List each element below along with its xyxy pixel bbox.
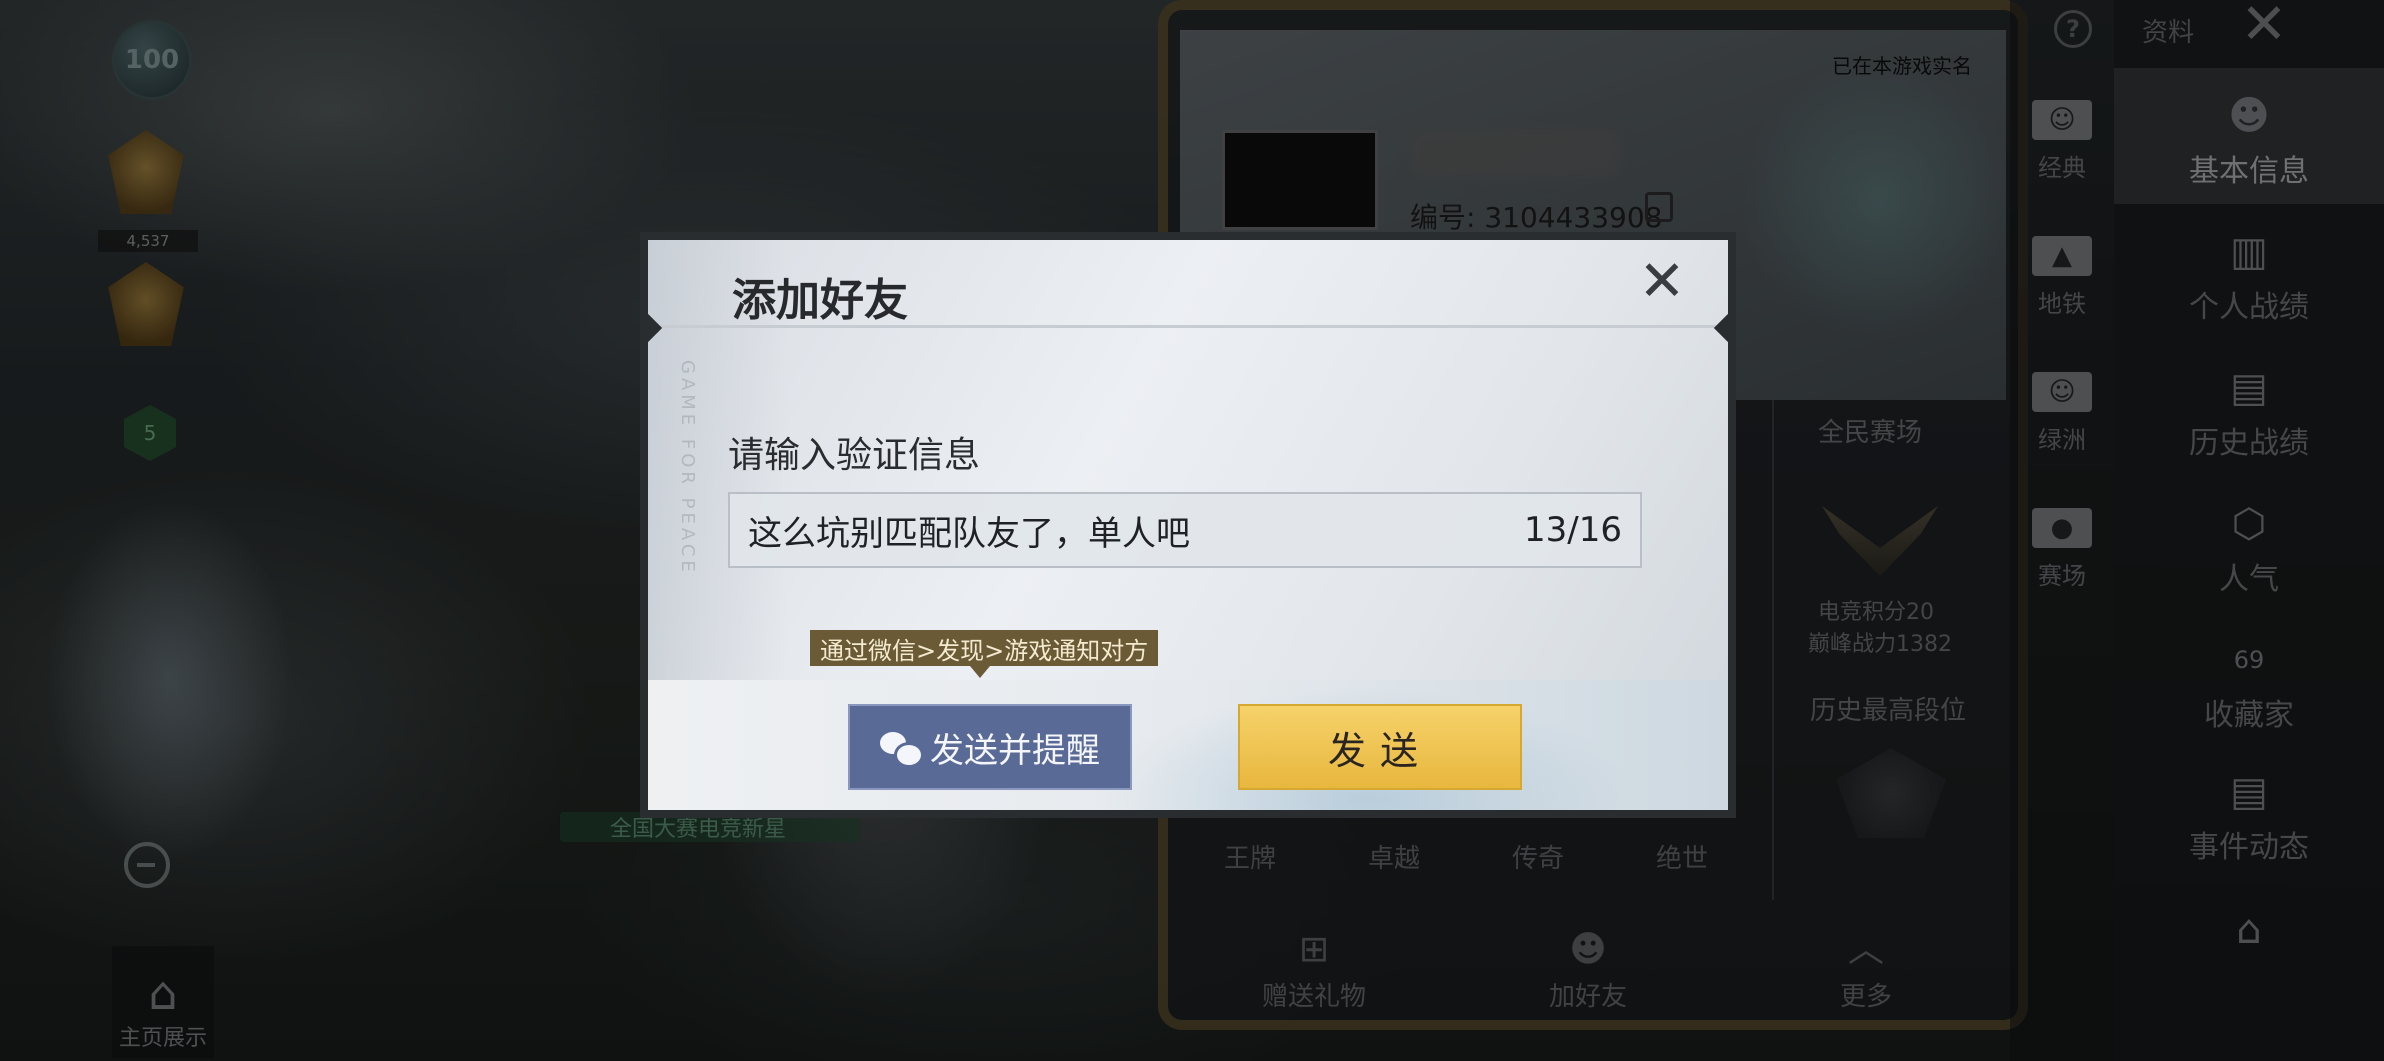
add-friend-dialog: GAME FOR PEACE 添加好友 ✕ 请输入验证信息 这么坑别匹配队友了，…: [640, 232, 1736, 818]
wechat-icon: [880, 730, 924, 768]
send-and-remind-button[interactable]: 发送并提醒: [848, 704, 1132, 790]
close-icon[interactable]: ✕: [1636, 254, 1688, 310]
button-area: [648, 680, 1728, 810]
wechat-tooltip: 通过微信>发现>游戏通知对方: [810, 630, 1159, 678]
verify-message-text: 这么坑别匹配队友了，单人吧: [748, 513, 1190, 554]
dialog-title: 添加好友: [732, 275, 908, 326]
dialog-header: 添加好友 ✕: [648, 240, 1728, 328]
char-counter: 13/16: [1524, 510, 1622, 550]
send-and-remind-label: 发送并提醒: [930, 730, 1100, 771]
verify-prompt: 请输入验证信息: [728, 435, 981, 476]
verify-message-input[interactable]: 这么坑别匹配队友了，单人吧 13/16: [728, 492, 1642, 568]
dialog-body: GAME FOR PEACE 添加好友 ✕ 请输入验证信息 这么坑别匹配队友了，…: [648, 240, 1728, 810]
send-button[interactable]: 发送: [1238, 704, 1522, 790]
watermark: GAME FOR PEACE: [677, 360, 698, 576]
